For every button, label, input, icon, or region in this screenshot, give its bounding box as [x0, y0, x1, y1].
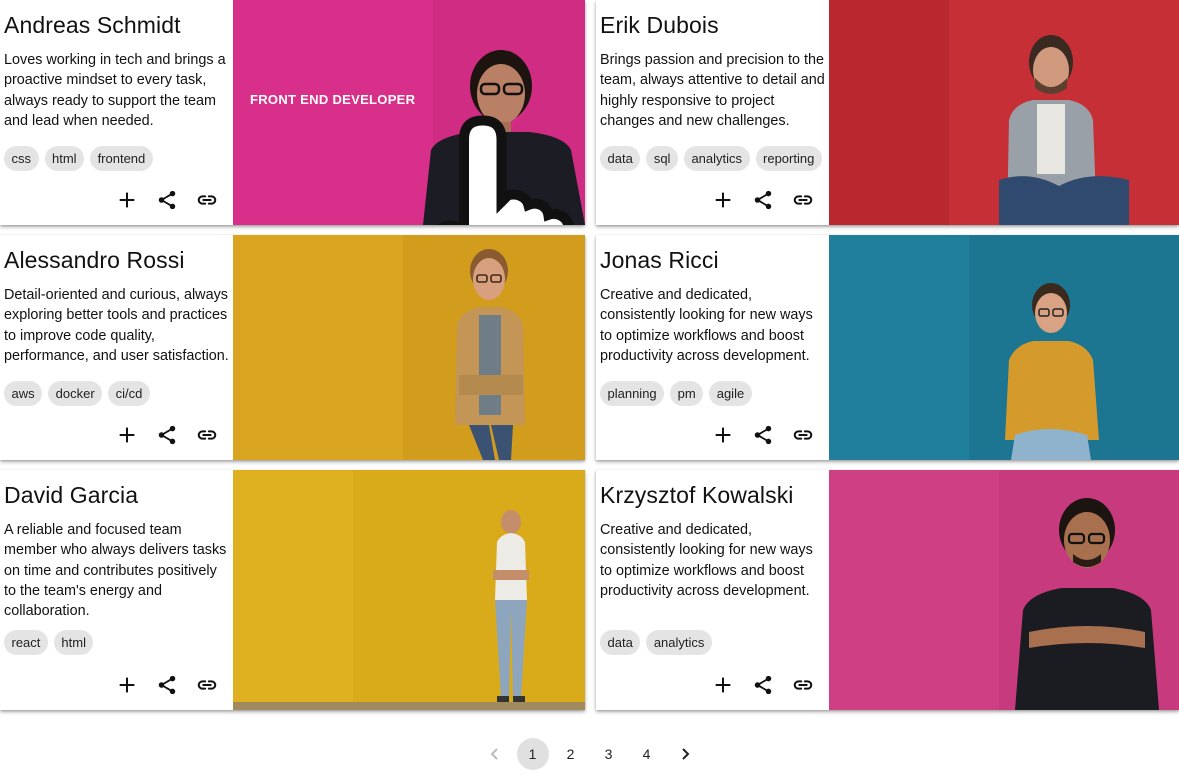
- member-name: Jonas Ricci: [600, 247, 719, 273]
- member-name: David Garcia: [4, 482, 139, 508]
- team-card-krzysztof-kowalski: Krzysztof Kowalski Creative and dedicate…: [596, 470, 1179, 710]
- member-description: Brings passion and precision to the team…: [600, 52, 825, 129]
- member-photo[interactable]: [829, 0, 1179, 225]
- card-info: Andreas Schmidt Loves working in tech an…: [0, 0, 233, 225]
- link-icon[interactable]: [195, 423, 219, 447]
- link-icon[interactable]: [195, 188, 219, 212]
- member-name: Andreas Schmidt: [4, 12, 181, 38]
- team-card-jonas-ricci: Jonas Ricci Creative and dedicated, cons…: [596, 235, 1179, 460]
- member-description: Loves working in tech and brings a proac…: [4, 52, 226, 129]
- tag-list: react html: [4, 630, 94, 655]
- card-actions: [115, 188, 219, 212]
- team-card-david-garcia: David Garcia A reliable and focused team…: [0, 470, 585, 710]
- member-name: Erik Dubois: [600, 12, 719, 38]
- member-name: Alessandro Rossi: [4, 247, 185, 273]
- member-description: A reliable and focused team member who a…: [4, 522, 227, 620]
- tag[interactable]: reporting: [755, 146, 822, 171]
- card-actions: [711, 673, 815, 697]
- member-photo[interactable]: FRONT END DEVELOPER: [233, 0, 585, 225]
- share-icon[interactable]: [751, 188, 775, 212]
- pagination: 1 2 3 4: [0, 738, 1179, 770]
- link-icon[interactable]: [791, 673, 815, 697]
- tag[interactable]: ci/cd: [108, 381, 150, 406]
- tag[interactable]: pm: [670, 381, 704, 406]
- tag[interactable]: react: [4, 630, 48, 655]
- member-description: Creative and dedicated, consistently loo…: [600, 522, 813, 599]
- card-actions: [711, 188, 815, 212]
- plus-icon[interactable]: [115, 673, 139, 697]
- tag[interactable]: sql: [646, 146, 678, 171]
- member-description: Detail-oriented and curious, always expl…: [4, 287, 229, 364]
- team-card-alessandro-rossi: Alessandro Rossi Detail-oriented and cur…: [0, 235, 585, 460]
- plus-icon[interactable]: [711, 423, 735, 447]
- card-actions: [711, 423, 815, 447]
- tag[interactable]: html: [53, 630, 94, 655]
- tag[interactable]: frontend: [90, 146, 153, 171]
- page-button-3[interactable]: 3: [593, 738, 625, 770]
- card-info: David Garcia A reliable and focused team…: [0, 470, 233, 710]
- tag[interactable]: docker: [48, 381, 103, 406]
- tag[interactable]: html: [44, 146, 85, 171]
- page-button-4[interactable]: 4: [631, 738, 663, 770]
- share-icon[interactable]: [155, 188, 179, 212]
- member-description: Creative and dedicated, consistently loo…: [600, 287, 813, 364]
- tag[interactable]: analytics: [646, 630, 712, 655]
- tag-list: data analytics: [600, 630, 712, 655]
- role-overlay-label: FRONT END DEVELOPER: [250, 92, 416, 107]
- link-icon[interactable]: [195, 673, 219, 697]
- member-name: Krzysztof Kowalski: [600, 482, 794, 508]
- card-actions: [115, 423, 219, 447]
- card-info: Krzysztof Kowalski Creative and dedicate…: [596, 470, 829, 710]
- member-photo[interactable]: [233, 470, 585, 710]
- team-card-erik-dubois: Erik Dubois Brings passion and precision…: [596, 0, 1179, 225]
- share-icon[interactable]: [155, 673, 179, 697]
- page-button-2[interactable]: 2: [555, 738, 587, 770]
- hand-cursor-icon: [437, 115, 574, 225]
- plus-icon[interactable]: [711, 188, 735, 212]
- member-photo[interactable]: [233, 235, 585, 460]
- tag-list: aws docker ci/cd: [4, 381, 150, 406]
- card-info: Jonas Ricci Creative and dedicated, cons…: [596, 235, 829, 460]
- share-icon[interactable]: [751, 423, 775, 447]
- chevron-left-icon[interactable]: [479, 738, 511, 770]
- card-info: Alessandro Rossi Detail-oriented and cur…: [0, 235, 233, 460]
- tag[interactable]: agile: [709, 381, 752, 406]
- tag-list: planning pm agile: [600, 381, 752, 406]
- plus-icon[interactable]: [711, 673, 735, 697]
- tag[interactable]: aws: [4, 381, 43, 406]
- page-button-1[interactable]: 1: [516, 738, 549, 770]
- share-icon[interactable]: [155, 423, 179, 447]
- share-icon[interactable]: [751, 673, 775, 697]
- link-icon[interactable]: [791, 188, 815, 212]
- tag[interactable]: analytics: [683, 146, 750, 171]
- member-photo[interactable]: [829, 235, 1179, 460]
- tag-list: data sql analytics reporting: [600, 146, 822, 171]
- plus-icon[interactable]: [115, 188, 139, 212]
- team-card-andreas-schmidt: Andreas Schmidt Loves working in tech an…: [0, 0, 585, 225]
- card-actions: [115, 673, 219, 697]
- card-info: Erik Dubois Brings passion and precision…: [596, 0, 829, 225]
- tag[interactable]: css: [4, 146, 39, 171]
- tag[interactable]: planning: [600, 381, 665, 406]
- tag[interactable]: data: [600, 146, 641, 171]
- member-photo[interactable]: [829, 470, 1179, 710]
- link-icon[interactable]: [791, 423, 815, 447]
- chevron-right-icon[interactable]: [669, 738, 701, 770]
- plus-icon[interactable]: [115, 423, 139, 447]
- tag-list: css html frontend: [4, 146, 153, 171]
- tag[interactable]: data: [600, 630, 641, 655]
